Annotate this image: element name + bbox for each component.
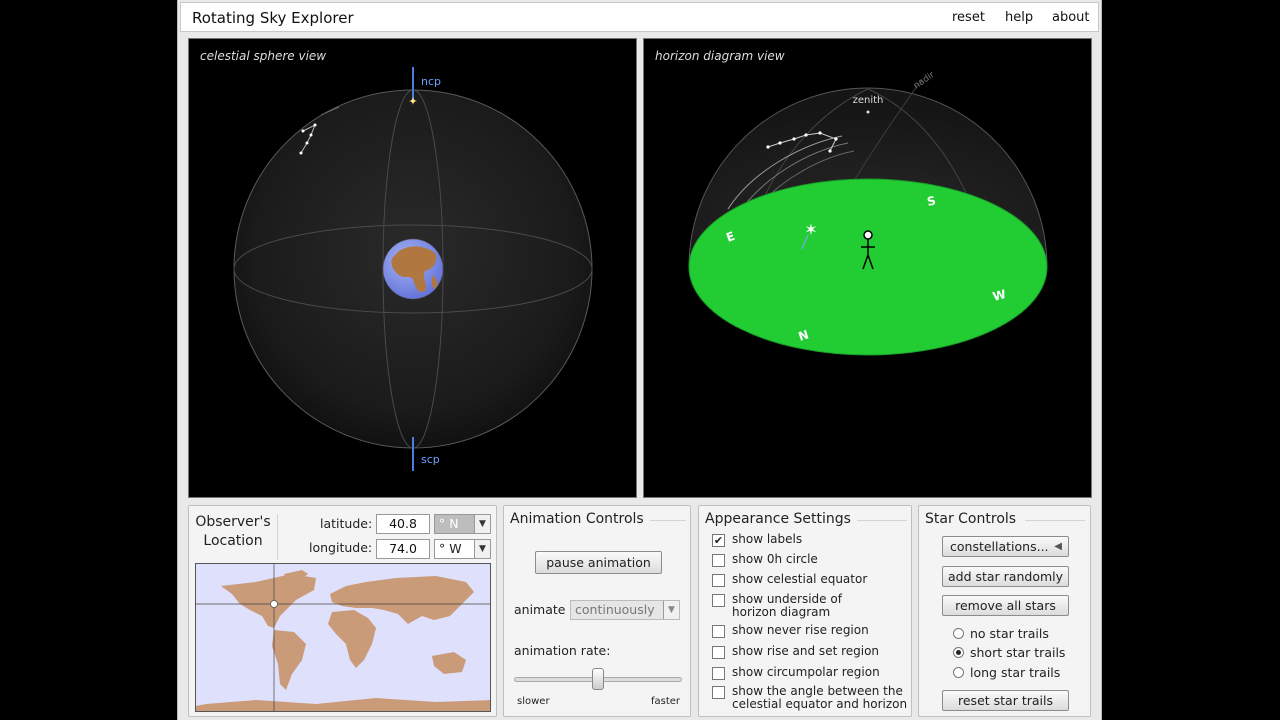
- appearance-option-label: show 0h circle: [732, 552, 818, 566]
- longitude-input[interactable]: 74.0: [376, 539, 430, 559]
- north-america-landmass: [221, 574, 316, 628]
- constellations-button-label: constellations...: [950, 539, 1049, 554]
- star-controls-panel: Star Controls constellations... ◀ add st…: [918, 505, 1091, 717]
- south-america-landmass: [272, 630, 306, 690]
- constellations-button[interactable]: constellations... ◀: [942, 536, 1069, 557]
- animation-rate-slider[interactable]: [514, 666, 682, 692]
- sphere-view-title: celestial sphere view: [200, 49, 327, 63]
- appearance-option-label: show circumpolar region: [732, 665, 880, 679]
- chevron-down-icon: ▼: [474, 540, 490, 558]
- horizon-plane: [688, 178, 1048, 356]
- latitude-direction-select[interactable]: ° N ▼: [434, 514, 491, 534]
- observer-location-marker: [270, 600, 278, 608]
- checkbox[interactable]: [712, 594, 725, 607]
- zenith-label: zenith: [853, 95, 884, 106]
- slider-thumb[interactable]: [592, 668, 604, 690]
- checkbox[interactable]: [712, 625, 725, 638]
- celestial-sphere-view[interactable]: ncp scp ✦ celestial sphere view: [188, 38, 637, 498]
- celestial-sphere-canvas[interactable]: ncp scp ✦: [189, 39, 637, 498]
- about-link[interactable]: about: [1052, 10, 1090, 25]
- radio-button[interactable]: [953, 667, 964, 678]
- horizon-diagram-view[interactable]: zenith nadir S E W N ✶ horizon diagram v…: [643, 38, 1092, 498]
- help-link[interactable]: help: [1005, 10, 1033, 25]
- longitude-direction-select[interactable]: ° W ▼: [434, 539, 491, 559]
- world-map[interactable]: [195, 563, 491, 712]
- add-star-randomly-button[interactable]: add star randomly: [942, 566, 1069, 587]
- checkbox[interactable]: [712, 574, 725, 587]
- latitude-input[interactable]: 40.8: [376, 514, 430, 534]
- appearance-settings-panel: Appearance Settings ✔ show labels show 0h …: [698, 505, 912, 717]
- appearance-option-label: show celestial equator: [732, 572, 868, 586]
- reset-star-trails-button[interactable]: reset star trails: [942, 690, 1069, 711]
- chevron-down-icon: ▼: [474, 515, 490, 533]
- appearance-heading: Appearance Settings: [705, 511, 851, 527]
- app-title: Rotating Sky Explorer: [192, 9, 354, 27]
- checkbox-checked[interactable]: ✔: [712, 534, 725, 547]
- animate-mode-select[interactable]: continuously ▼: [570, 600, 680, 620]
- animation-rate-label: animation rate:: [514, 643, 611, 658]
- trail-option-label: no star trails: [970, 626, 1049, 641]
- animation-controls-panel: Animation Controls pause animation anima…: [503, 505, 691, 717]
- animation-heading: Animation Controls: [510, 511, 644, 527]
- radio-button[interactable]: [953, 628, 964, 639]
- appearance-option-label: show never rise region: [732, 623, 869, 637]
- reset-link[interactable]: reset: [952, 10, 985, 25]
- trail-option-label: long star trails: [970, 665, 1061, 680]
- animate-mode-value: continuously: [575, 602, 655, 617]
- app-window: Rotating Sky Explorer reset help about n…: [177, 0, 1102, 720]
- observer-location-panel: Observer's Location latitude: 40.8 ° N ▼…: [188, 505, 497, 717]
- checkbox[interactable]: [712, 686, 725, 699]
- longitude-direction-value: ° W: [439, 541, 462, 556]
- polaris-star: ✦: [408, 95, 417, 108]
- slower-label: slower: [517, 696, 550, 707]
- antarctica-landmass: [196, 698, 490, 711]
- ncp-label: ncp: [421, 75, 441, 88]
- radio-button[interactable]: [953, 647, 964, 658]
- horizon-diagram-canvas[interactable]: zenith nadir S E W N ✶: [644, 39, 1092, 498]
- chevron-down-icon: ▼: [663, 601, 679, 619]
- scp-label: scp: [421, 453, 440, 466]
- observer-heading: Observer's Location: [195, 514, 271, 549]
- checkbox[interactable]: [712, 646, 725, 659]
- appearance-option-label: show labels: [732, 532, 803, 546]
- animate-label: animate: [514, 602, 566, 617]
- title-bar: Rotating Sky Explorer reset help about: [180, 2, 1099, 32]
- africa-landmass: [328, 610, 376, 668]
- latitude-direction-value: ° N: [439, 516, 459, 531]
- appearance-option-label: show the angle between the celestial equa…: [732, 684, 908, 711]
- latitude-label: latitude:: [320, 516, 373, 531]
- longitude-label: longitude:: [309, 540, 373, 555]
- star-controls-heading: Star Controls: [925, 511, 1017, 527]
- australia-landmass: [432, 652, 466, 674]
- polaris-star: ✶: [804, 220, 817, 239]
- pause-animation-button[interactable]: pause animation: [535, 551, 662, 574]
- horizon-view-title: horizon diagram view: [655, 49, 785, 63]
- appearance-option-label: show underside of horizon diagram: [732, 592, 842, 619]
- triangle-left-icon: ◀: [1054, 541, 1062, 552]
- earth-globe: [382, 238, 444, 300]
- remove-all-stars-button[interactable]: remove all stars: [942, 595, 1069, 616]
- faster-label: faster: [651, 696, 681, 707]
- checkbox[interactable]: [712, 554, 725, 567]
- appearance-option-label: show rise and set region: [732, 644, 880, 658]
- nadir-label: nadir: [912, 70, 937, 92]
- checkbox[interactable]: [712, 667, 725, 680]
- trail-option-label: short star trails: [970, 645, 1066, 660]
